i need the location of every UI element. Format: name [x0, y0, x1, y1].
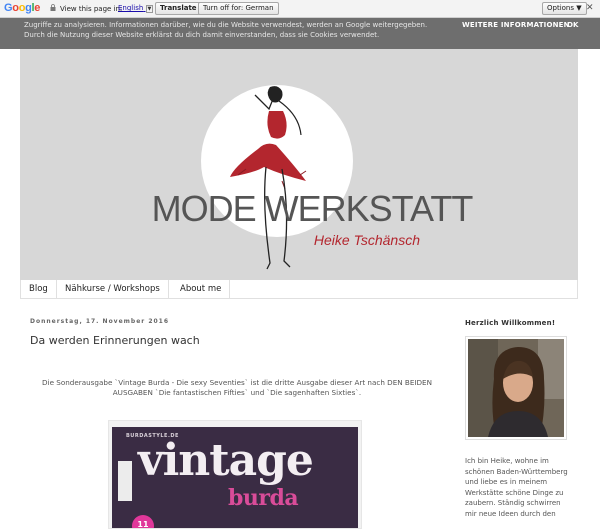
- tab-blog[interactable]: Blog: [21, 280, 57, 299]
- post-date: Donnerstag, 17. November 2016: [30, 318, 170, 325]
- header-title: MODE WERKSTATT: [152, 188, 474, 229]
- turn-off-button[interactable]: Turn off for: German: [198, 2, 279, 15]
- translate-bar: Google View this page in: English ▼ Tran…: [0, 0, 600, 18]
- post-body: Die Sonderausgabe `Vintage Burda - Die s…: [42, 378, 432, 397]
- cookie-text: Zugriffe zu analysieren. Informationen d…: [24, 21, 428, 39]
- close-icon[interactable]: ✕: [586, 3, 594, 13]
- blog-header[interactable]: MODE WERKSTATT Heike Tschänsch: [20, 49, 578, 280]
- more-info-link[interactable]: WEITERE INFORMATIONEN: [462, 20, 570, 30]
- cookie-ok-button[interactable]: OK: [567, 20, 578, 30]
- tab-naehkurse[interactable]: Nähkurse / Workshops: [57, 280, 169, 299]
- magazine-title-vintage: vintage: [138, 435, 314, 486]
- post-image[interactable]: BURDASTYLE.DE vintage burda 11: [108, 420, 362, 529]
- post-title[interactable]: Da werden Erinnerungen wach: [30, 334, 200, 347]
- header-subtitle: Heike Tschänsch: [314, 232, 420, 248]
- options-button[interactable]: Options ▼: [542, 2, 587, 15]
- sidebar-about-text: Ich bin Heike, wohne im schönen Baden-Wü…: [465, 457, 568, 518]
- page-tabs: Blog Nähkurse / Workshops About me: [20, 280, 578, 299]
- magazine-side-badge: [118, 461, 132, 501]
- view-page-label: View this page in:: [60, 5, 123, 13]
- tab-about-me[interactable]: About me: [172, 280, 231, 299]
- google-logo: Google: [4, 2, 41, 14]
- magazine-title-burda: burda: [228, 485, 299, 511]
- language-select[interactable]: English ▼: [118, 4, 154, 13]
- profile-photo[interactable]: [465, 336, 567, 440]
- sidebar-title: Herzlich Willkommen!: [465, 319, 556, 327]
- avatar: [468, 339, 564, 437]
- magazine-cover: BURDASTYLE.DE vintage burda 11: [112, 427, 358, 528]
- cookie-notice: Zugriffe zu analysieren. Informationen d…: [0, 18, 600, 49]
- lock-icon: [50, 4, 56, 11]
- chevron-down-icon: ▼: [145, 5, 154, 13]
- translate-button[interactable]: Translate: [155, 2, 202, 15]
- magazine-badge: 11: [132, 515, 154, 528]
- header-logo: MODE WERKSTATT Heike Tschänsch: [152, 85, 474, 270]
